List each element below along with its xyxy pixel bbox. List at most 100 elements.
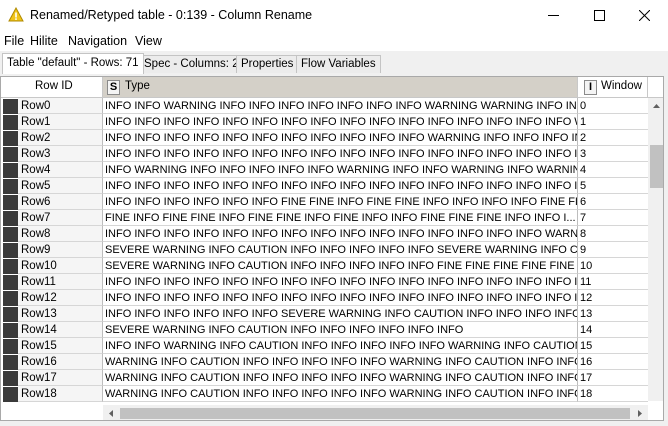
row-id-cell[interactable]: Row7 (18, 210, 103, 226)
window-cell[interactable]: 11 (578, 274, 648, 290)
type-cell[interactable]: SEVERE WARNING INFO CAUTION INFO INFO IN… (103, 258, 578, 274)
vertical-scroll-thumb[interactable] (650, 145, 663, 188)
table-row[interactable]: Row15 INFO INFO WARNING INFO CAUTION INFO… (1, 338, 648, 354)
row-id-cell[interactable]: Row17 (18, 370, 103, 386)
minimize-button[interactable] (531, 0, 577, 32)
maximize-button[interactable] (577, 0, 623, 32)
menu-hilite[interactable]: Hilite (30, 34, 58, 48)
tab-properties[interactable]: Properties (236, 55, 299, 73)
row-id-cell[interactable]: Row3 (18, 146, 103, 162)
type-cell[interactable]: INFO INFO INFO INFO INFO INFO INFO INFO … (103, 290, 578, 306)
table-row[interactable]: Row12 INFO INFO INFO INFO INFO INFO INFO … (1, 290, 648, 306)
header-type[interactable]: S Type (103, 77, 578, 98)
window-cell[interactable]: 4 (578, 162, 648, 178)
row-id-cell[interactable]: Row0 (18, 98, 103, 114)
row-id-cell[interactable]: Row2 (18, 130, 103, 146)
row-id-cell[interactable]: Row10 (18, 258, 103, 274)
tab-table-default[interactable]: Table "default" - Rows: 71 (2, 53, 144, 74)
row-id-cell[interactable]: Row12 (18, 290, 103, 306)
row-id-cell[interactable]: Row18 (18, 386, 103, 402)
tab-flow-variables[interactable]: Flow Variables (296, 55, 381, 73)
window-cell[interactable]: 5 (578, 178, 648, 194)
window-cell[interactable]: 13 (578, 306, 648, 322)
header-row-id[interactable]: Row ID (1, 77, 103, 98)
type-cell[interactable]: INFO INFO INFO INFO INFO INFO INFO INFO … (103, 178, 578, 194)
type-cell[interactable]: WARNING INFO CAUTION INFO INFO INFO INFO… (103, 354, 578, 370)
window-cell[interactable]: 9 (578, 242, 648, 258)
window-cell[interactable]: 18 (578, 386, 648, 402)
table-row[interactable]: Row2 INFO INFO INFO INFO INFO INFO INFO I… (1, 130, 648, 146)
scroll-up-icon[interactable] (648, 98, 664, 115)
type-cell[interactable]: WARNING INFO CAUTION INFO INFO INFO INFO… (103, 386, 578, 402)
type-cell[interactable]: INFO INFO WARNING INFO INFO INFO INFO IN… (103, 98, 578, 114)
type-cell[interactable]: INFO INFO INFO INFO INFO INFO INFO INFO … (103, 226, 578, 242)
type-cell[interactable]: SEVERE WARNING INFO CAUTION INFO INFO IN… (103, 242, 578, 258)
row-id-cell[interactable]: Row4 (18, 162, 103, 178)
window-cell[interactable]: 8 (578, 226, 648, 242)
window-cell[interactable]: 2 (578, 130, 648, 146)
window-cell[interactable]: 1 (578, 114, 648, 130)
row-id-cell[interactable]: Row5 (18, 178, 103, 194)
type-cell[interactable]: INFO INFO INFO INFO INFO INFO INFO INFO … (103, 274, 578, 290)
vertical-scrollbar[interactable] (648, 98, 664, 401)
row-id-cell[interactable]: Row13 (18, 306, 103, 322)
table-row[interactable]: Row18 WARNING INFO CAUTION INFO INFO INFO… (1, 386, 648, 402)
type-cell[interactable]: FINE INFO FINE FINE INFO FINE FINE INFO … (103, 210, 578, 226)
table-row[interactable]: Row8 INFO INFO INFO INFO INFO INFO INFO I… (1, 226, 648, 242)
type-cell[interactable]: INFO INFO INFO INFO INFO INFO SEVERE WAR… (103, 306, 578, 322)
row-marker (3, 195, 18, 210)
table-row[interactable]: Row6 INFO INFO INFO INFO INFO INFO FINE F… (1, 194, 648, 210)
table-row[interactable]: Row9 SEVERE WARNING INFO CAUTION INFO INF… (1, 242, 648, 258)
row-id-cell[interactable]: Row16 (18, 354, 103, 370)
type-cell[interactable]: INFO INFO WARNING INFO CAUTION INFO INFO… (103, 338, 578, 354)
table-row[interactable]: Row11 INFO INFO INFO INFO INFO INFO INFO … (1, 274, 648, 290)
window-cell[interactable]: 16 (578, 354, 648, 370)
window-cell[interactable]: 7 (578, 210, 648, 226)
type-cell[interactable]: SEVERE WARNING INFO CAUTION INFO INFO IN… (103, 322, 578, 338)
type-cell[interactable]: INFO INFO INFO INFO INFO INFO FINE FINE … (103, 194, 578, 210)
type-cell[interactable]: INFO INFO INFO INFO INFO INFO INFO INFO … (103, 146, 578, 162)
type-cell[interactable]: INFO WARNING INFO INFO INFO INFO INFO WA… (103, 162, 578, 178)
window-cell[interactable]: 15 (578, 338, 648, 354)
row-marker (3, 323, 18, 338)
row-id-cell[interactable]: Row9 (18, 242, 103, 258)
window-cell[interactable]: 6 (578, 194, 648, 210)
tab-spec-columns[interactable]: Spec - Columns: 2 (139, 55, 244, 73)
table-row[interactable]: Row4 INFO WARNING INFO INFO INFO INFO INF… (1, 162, 648, 178)
table-row[interactable]: Row1 INFO INFO INFO INFO INFO INFO INFO I… (1, 114, 648, 130)
window-cell[interactable]: 10 (578, 258, 648, 274)
menu-view[interactable]: View (135, 34, 162, 48)
table-row[interactable]: Row13 INFO INFO INFO INFO INFO INFO SEVER… (1, 306, 648, 322)
row-id-cell[interactable]: Row15 (18, 338, 103, 354)
table-row[interactable]: Row7 FINE INFO FINE FINE INFO FINE FINE I… (1, 210, 648, 226)
horizontal-scrollbar[interactable] (103, 405, 648, 421)
menu-navigation[interactable]: Navigation (68, 34, 127, 48)
type-cell[interactable]: INFO INFO INFO INFO INFO INFO INFO INFO … (103, 114, 578, 130)
row-id-cell[interactable]: Row6 (18, 194, 103, 210)
table-row[interactable]: Row0 INFO INFO WARNING INFO INFO INFO INF… (1, 98, 648, 114)
window-cell[interactable]: 14 (578, 322, 648, 338)
scroll-right-icon[interactable] (631, 405, 648, 421)
row-id-cell[interactable]: Row8 (18, 226, 103, 242)
row-id-cell[interactable]: Row1 (18, 114, 103, 130)
close-button[interactable] (622, 0, 668, 32)
row-id-cell[interactable]: Row14 (18, 322, 103, 338)
table-row[interactable]: Row17 WARNING INFO CAUTION INFO INFO INFO… (1, 370, 648, 386)
table-row[interactable]: Row14 SEVERE WARNING INFO CAUTION INFO IN… (1, 322, 648, 338)
header-window[interactable]: I Window (578, 77, 648, 98)
table-row[interactable]: Row3 INFO INFO INFO INFO INFO INFO INFO I… (1, 146, 648, 162)
window-cell[interactable]: 17 (578, 370, 648, 386)
menu-file[interactable]: File (4, 34, 24, 48)
table-row[interactable]: Row5 INFO INFO INFO INFO INFO INFO INFO I… (1, 178, 648, 194)
type-cell[interactable]: INFO INFO INFO INFO INFO INFO INFO INFO … (103, 130, 578, 146)
scroll-left-icon[interactable] (103, 405, 120, 421)
horizontal-scroll-thumb[interactable] (120, 408, 630, 419)
type-cell[interactable]: WARNING INFO CAUTION INFO INFO INFO INFO… (103, 370, 578, 386)
window-cell[interactable]: 0 (578, 98, 648, 114)
row-id-cell[interactable]: Row11 (18, 274, 103, 290)
table-row[interactable]: Row10 SEVERE WARNING INFO CAUTION INFO IN… (1, 258, 648, 274)
table-row[interactable]: Row16 WARNING INFO CAUTION INFO INFO INFO… (1, 354, 648, 370)
window-cell[interactable]: 3 (578, 146, 648, 162)
header-type-label: Type (125, 80, 150, 92)
window-cell[interactable]: 12 (578, 290, 648, 306)
